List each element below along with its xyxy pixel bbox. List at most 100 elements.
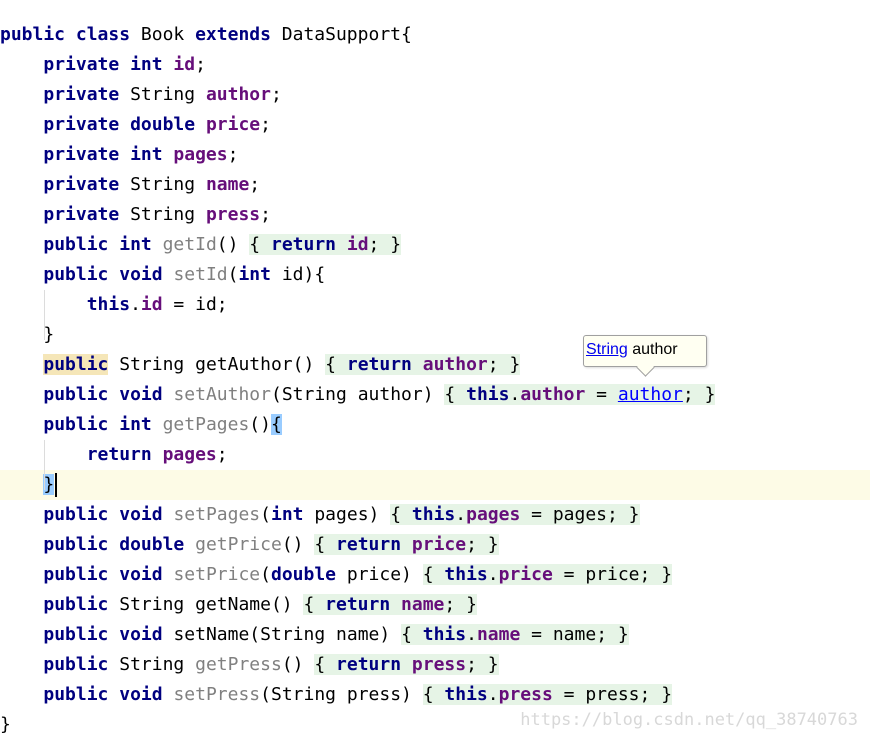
text-caret: [55, 473, 58, 497]
keyword: void: [119, 624, 163, 645]
keyword: void: [119, 504, 163, 525]
keyword: int: [130, 54, 163, 75]
code-line[interactable]: private int id;: [0, 50, 870, 80]
method-name: getPrice: [195, 534, 282, 555]
matched-brace: {: [270, 414, 282, 435]
code-line[interactable]: this.id = id;: [0, 290, 870, 320]
type-link[interactable]: String: [586, 341, 628, 358]
superclass-name: DataSupport: [270, 24, 401, 45]
code-line[interactable]: public void setPrice(double price) { thi…: [0, 560, 870, 590]
code-line[interactable]: private String author;: [0, 80, 870, 110]
keyword: public: [43, 594, 109, 615]
method-name: setPress: [173, 684, 261, 705]
param-name: price: [346, 564, 402, 585]
watermark: https://blog.csdn.net/qq_38740763: [520, 710, 858, 730]
param-name: name: [336, 624, 380, 645]
keyword: class: [75, 24, 131, 45]
folded-body[interactable]: { this.press = press; }: [422, 684, 673, 705]
code-line[interactable]: public void setName(String name) { this.…: [0, 620, 870, 650]
code-line[interactable]: return pages;: [0, 440, 870, 470]
method-name: getPress: [195, 654, 282, 675]
keyword: public: [43, 234, 109, 255]
tooltip-field-name: author: [627, 341, 678, 358]
keyword: public: [43, 504, 109, 525]
code-line[interactable]: public void setAuthor(String author) { t…: [0, 380, 870, 410]
code-line[interactable]: }: [0, 320, 870, 350]
keyword: return: [86, 444, 152, 465]
field-name: price: [205, 114, 261, 135]
code-line[interactable]: public String getName() { return name; }: [0, 590, 870, 620]
keyword: private: [43, 114, 120, 135]
keyword: public: [43, 384, 109, 405]
param-name: pages: [314, 504, 369, 525]
current-line[interactable]: }: [0, 470, 870, 500]
param-name: press: [346, 684, 402, 705]
code-line[interactable]: public class Book extends DataSupport{: [0, 20, 870, 50]
quick-doc-tooltip: String author: [583, 335, 707, 377]
keyword: private: [43, 54, 120, 75]
brace: {: [401, 24, 412, 45]
field-name: id: [173, 54, 196, 75]
field-name: author: [205, 84, 271, 105]
folded-body[interactable]: { return press; }: [314, 654, 499, 675]
type-name: String: [130, 84, 196, 105]
field-name: name: [205, 174, 250, 195]
keyword: int: [130, 144, 163, 165]
keyword: public: [43, 564, 109, 585]
keyword: private: [43, 174, 120, 195]
type-name: String: [119, 354, 185, 375]
keyword: extends: [195, 24, 271, 45]
code-line[interactable]: private double price;: [0, 110, 870, 140]
code-line[interactable]: public int getId() { return id; }: [0, 230, 870, 260]
method-name: setAuthor: [173, 384, 271, 405]
keyword: public: [0, 24, 66, 45]
indent-guide: [44, 440, 45, 490]
field-name: id: [140, 294, 163, 315]
method-name: setPages: [173, 504, 261, 525]
code-line[interactable]: private String name;: [0, 170, 870, 200]
code-line[interactable]: public String getPress() { return press;…: [0, 650, 870, 680]
keyword: private: [43, 84, 120, 105]
folded-body[interactable]: { this.name = name; }: [401, 624, 629, 645]
param-reference-link[interactable]: author: [618, 384, 683, 405]
keyword: double: [130, 114, 196, 135]
keyword: void: [119, 264, 163, 285]
method-name: getPages: [162, 414, 250, 435]
code-line[interactable]: public String getAuthor() { return autho…: [0, 350, 870, 380]
folded-body[interactable]: { this.price = price; }: [422, 564, 673, 585]
method-name: setName: [173, 624, 250, 645]
param-name: id: [195, 294, 217, 315]
folded-body[interactable]: { return author; }: [325, 354, 521, 375]
keyword: public: [43, 654, 109, 675]
class-name: Book: [130, 24, 196, 45]
code-line[interactable]: public void setPress(String press) { thi…: [0, 680, 870, 710]
keyword: void: [119, 684, 163, 705]
keyword: private: [43, 144, 120, 165]
keyword: void: [119, 384, 163, 405]
method-name: getName: [195, 594, 271, 615]
folded-body[interactable]: { return name; }: [303, 594, 477, 615]
code-editor[interactable]: public class Book extends DataSupport{ p…: [0, 20, 870, 740]
keyword: int: [119, 234, 152, 255]
folded-body[interactable]: { this.author = author; }: [444, 384, 716, 405]
keyword: public: [43, 354, 109, 375]
type-name: String: [130, 204, 196, 225]
folded-body[interactable]: { this.pages = pages; }: [390, 504, 640, 525]
code-line[interactable]: private int pages;: [0, 140, 870, 170]
code-line[interactable]: public double getPrice() { return price;…: [0, 530, 870, 560]
code-line[interactable]: public void setId(int id){: [0, 260, 870, 290]
code-line[interactable]: public int getPages(){: [0, 410, 870, 440]
param-name: id: [281, 264, 304, 285]
folded-body[interactable]: { return id; }: [249, 234, 402, 255]
field-name: pages: [173, 144, 228, 165]
keyword: public: [43, 414, 109, 435]
code-line[interactable]: private String press;: [0, 200, 870, 230]
method-name: getId: [162, 234, 217, 255]
method-name: setId: [173, 264, 228, 285]
keyword: double: [119, 534, 185, 555]
indent-guide: [44, 290, 45, 340]
keyword: void: [119, 564, 163, 585]
field-name: press: [205, 204, 261, 225]
code-line[interactable]: public void setPages(int pages) { this.p…: [0, 500, 870, 530]
folded-body[interactable]: { return price; }: [314, 534, 499, 555]
